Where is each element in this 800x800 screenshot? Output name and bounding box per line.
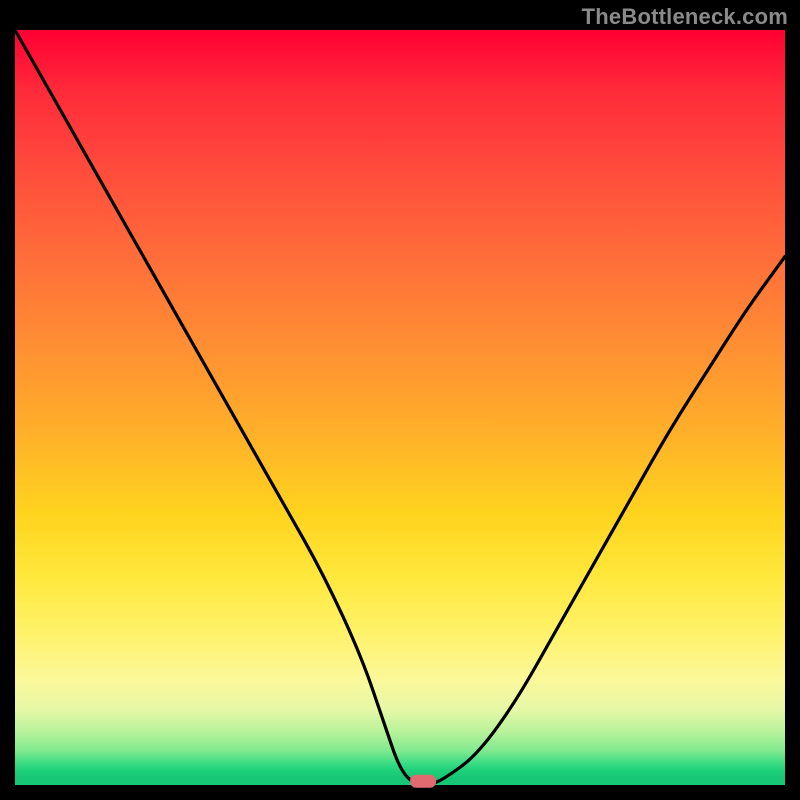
watermark-text: TheBottleneck.com xyxy=(582,4,788,30)
plot-area xyxy=(15,30,785,785)
chart-svg xyxy=(15,30,785,785)
chart-frame: TheBottleneck.com xyxy=(0,0,800,800)
bottleneck-curve xyxy=(15,30,785,785)
optimal-marker xyxy=(410,775,436,788)
